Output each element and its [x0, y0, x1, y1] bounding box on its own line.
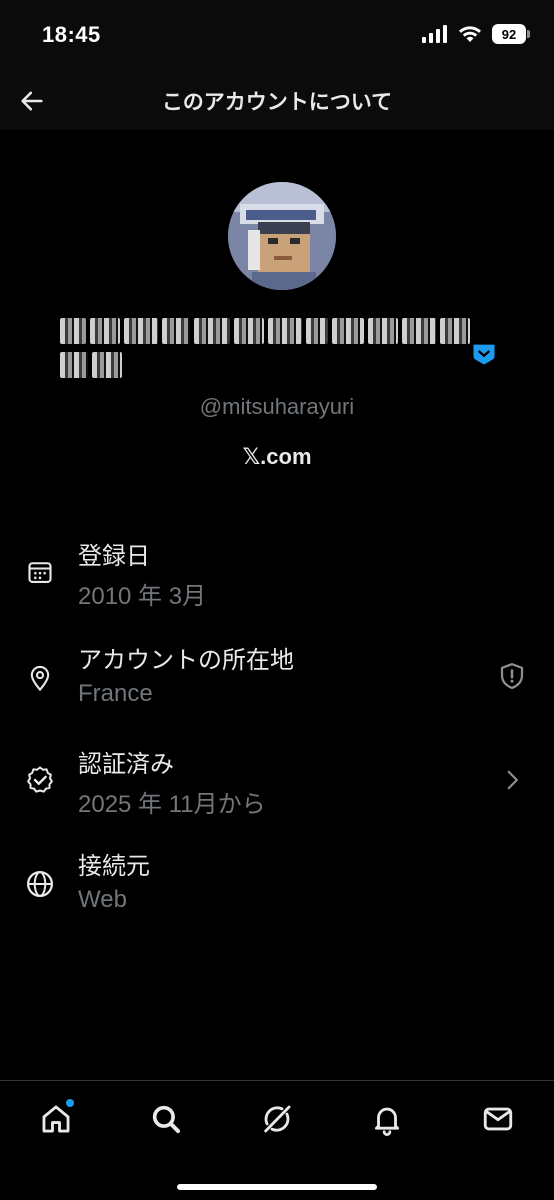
- home-tab[interactable]: [36, 1099, 76, 1139]
- new-content-dot: [66, 1099, 74, 1107]
- info-row-verified[interactable]: 認証済み 2025 年 11月から: [0, 744, 554, 840]
- info-value: 2025 年 11月から: [78, 791, 266, 818]
- notifications-tab[interactable]: [367, 1099, 407, 1139]
- platform-label: 𝕏.com: [242, 444, 312, 469]
- globe-icon: [24, 868, 56, 900]
- status-icons: 92: [422, 24, 530, 44]
- verified-badge-icon: [473, 344, 495, 365]
- status-bar: 18:45 92: [0, 0, 554, 72]
- info-label: 認証済み: [78, 751, 174, 778]
- avatar[interactable]: [228, 182, 336, 290]
- info-row-connected-via: 接続元 Web: [0, 846, 554, 942]
- calendar-icon: [24, 556, 56, 588]
- chevron-right-icon[interactable]: [496, 764, 528, 796]
- home-icon: [42, 1105, 70, 1133]
- battery-level: 92: [501, 26, 517, 42]
- notifications-icon: [374, 1107, 400, 1136]
- info-value: Web: [78, 886, 127, 913]
- shield-alert-icon[interactable]: [496, 660, 528, 692]
- info-label: 登録日: [78, 543, 150, 570]
- avatar-image: [228, 182, 336, 290]
- status-time: 18:45: [42, 22, 101, 47]
- bottom-tab-bar: [0, 1080, 554, 1200]
- info-label: 接続元: [78, 853, 150, 880]
- verified-badge-icon: [24, 764, 56, 796]
- display-name-line: [60, 352, 500, 378]
- wifi-icon: [459, 26, 481, 42]
- page-header: このアカウントについて: [0, 72, 554, 130]
- about-account-screen: 18:45 92 このアカウントについて @mitsuharayuri 𝕏.co…: [0, 0, 554, 1200]
- battery-indicator: 92: [492, 24, 530, 44]
- grok-tab[interactable]: [257, 1099, 297, 1139]
- location-pin-icon: [24, 662, 56, 694]
- grok-icon: [264, 1105, 291, 1133]
- account-handle: @mitsuharayuri: [199, 394, 355, 419]
- info-value: France: [78, 680, 153, 707]
- messages-icon: [483, 1107, 513, 1131]
- display-name-line: [60, 318, 500, 344]
- info-row-location: アカウントの所在地 France: [0, 640, 554, 736]
- display-name-obscured: [60, 318, 500, 386]
- cellular-signal-icon: [422, 25, 447, 43]
- page-title: このアカウントについて: [161, 91, 393, 114]
- search-tab[interactable]: [146, 1099, 186, 1139]
- home-indicator: [177, 1184, 377, 1190]
- info-value: 2010 年 3月: [78, 583, 207, 610]
- messages-tab[interactable]: [478, 1099, 518, 1139]
- info-row-joined: 登録日 2010 年 3月: [0, 536, 554, 632]
- info-label: アカウントの所在地: [78, 647, 294, 674]
- search-icon: [152, 1105, 181, 1134]
